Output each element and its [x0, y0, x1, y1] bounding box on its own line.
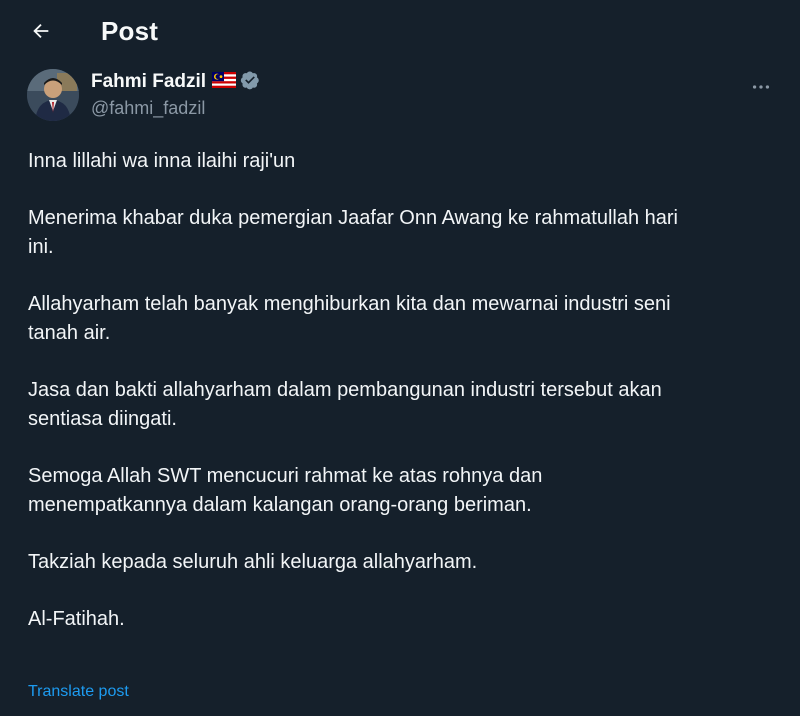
post-paragraph: Inna lillahi wa inna ilaihi raji'un	[28, 150, 296, 172]
post-text: Inna lillahi wa inna ilaihi raji'un Mene…	[28, 147, 780, 662]
post-paragraph: Menerima khabar duka pemergian Jaafar On…	[28, 207, 678, 258]
translate-post-link[interactable]: Translate post	[28, 682, 129, 702]
post-paragraph: Jasa dan bakti allahyarham dalam pembang…	[28, 379, 662, 430]
arrow-left-icon	[33, 23, 49, 39]
author-name[interactable]: Fahmi Fadzil	[91, 70, 206, 94]
avatar[interactable]	[27, 69, 79, 121]
page-title: Post	[101, 16, 159, 46]
post-author-row: Fahmi Fadzil @fahmi_fadzil	[0, 64, 800, 128]
verified-badge-icon[interactable]	[240, 70, 260, 95]
author-name-line: Fahmi Fadzil	[91, 70, 260, 94]
more-options-button[interactable]	[744, 70, 778, 104]
post-paragraph: Allahyarham telah banyak menghiburkan ki…	[28, 293, 671, 344]
malaysia-flag-icon	[212, 71, 237, 93]
avatar-image	[27, 69, 79, 121]
author-handle[interactable]: @fahmi_fadzil	[91, 97, 205, 119]
post-paragraph: Semoga Allah SWT mencucuri rahmat ke ata…	[28, 465, 543, 516]
top-bar: Post	[0, 0, 800, 62]
back-button[interactable]	[24, 14, 58, 48]
post-paragraph: Al-Fatihah.	[28, 608, 125, 630]
post-paragraph: Takziah kepada seluruh ahli keluarga all…	[28, 551, 478, 573]
more-horizontal-icon	[752, 85, 770, 89]
